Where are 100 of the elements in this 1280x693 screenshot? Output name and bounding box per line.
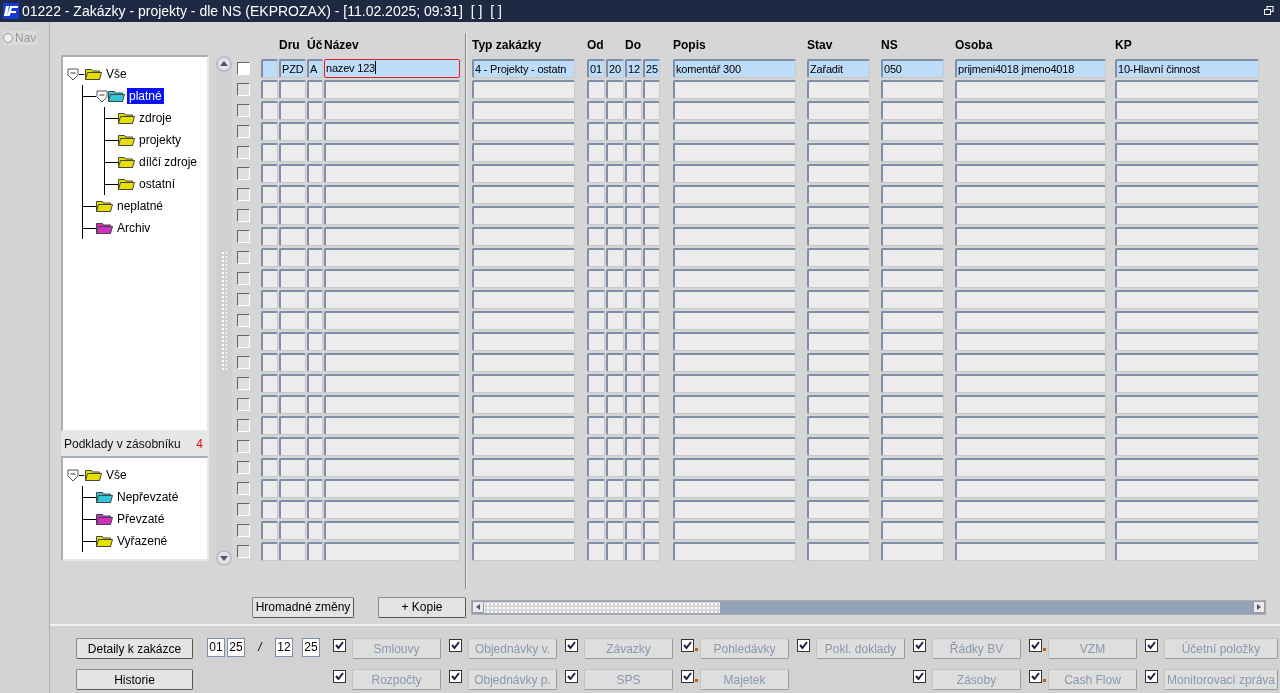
table-cell[interactable] xyxy=(1115,248,1259,267)
table-cell[interactable] xyxy=(1115,332,1259,351)
detail-button[interactable]: Detaily k zakázce xyxy=(76,638,193,659)
table-cell[interactable] xyxy=(472,521,575,540)
table-cell[interactable] xyxy=(606,500,624,519)
table-cell[interactable] xyxy=(807,311,870,330)
row-marker-cell[interactable] xyxy=(261,374,278,393)
month-field[interactable]: 12 xyxy=(275,638,293,657)
table-cell[interactable] xyxy=(643,248,660,267)
table-cell[interactable] xyxy=(643,542,660,561)
row-marker-cell[interactable] xyxy=(261,437,278,456)
table-cell[interactable] xyxy=(955,185,1106,204)
table-cell[interactable] xyxy=(881,164,944,183)
table-cell[interactable] xyxy=(1115,353,1259,372)
table-cell[interactable] xyxy=(307,332,323,351)
table-cell[interactable] xyxy=(472,437,575,456)
table-cell[interactable] xyxy=(673,374,796,393)
table-cell[interactable] xyxy=(587,374,605,393)
table-cell[interactable] xyxy=(279,353,306,372)
row-marker-cell[interactable] xyxy=(261,479,278,498)
table-cell[interactable] xyxy=(625,395,642,414)
table-cell[interactable] xyxy=(625,500,642,519)
table-cell[interactable] xyxy=(472,248,575,267)
table-cell[interactable] xyxy=(881,521,944,540)
restore-icon[interactable] xyxy=(1264,6,1274,16)
table-cell[interactable] xyxy=(625,311,642,330)
table-cell[interactable] xyxy=(881,122,944,141)
table-cell[interactable] xyxy=(606,290,624,309)
table-cell[interactable] xyxy=(307,542,323,561)
table-cell[interactable] xyxy=(587,143,605,162)
row-checkbox[interactable] xyxy=(237,188,250,201)
row-checkbox[interactable] xyxy=(237,125,250,138)
table-cell[interactable] xyxy=(881,353,944,372)
table-cell[interactable] xyxy=(625,185,642,204)
table-cell[interactable] xyxy=(587,416,605,435)
table-cell[interactable] xyxy=(307,311,323,330)
table-cell[interactable] xyxy=(881,437,944,456)
detail-button[interactable]: Historie xyxy=(76,669,193,690)
table-cell[interactable] xyxy=(673,479,796,498)
table-cell[interactable] xyxy=(307,458,323,477)
collapse-icon[interactable] xyxy=(67,468,79,482)
table-cell[interactable] xyxy=(673,395,796,414)
table-cell[interactable] xyxy=(324,542,460,561)
row-marker-cell[interactable] xyxy=(261,353,278,372)
table-cell[interactable] xyxy=(1115,458,1259,477)
row-checkbox[interactable] xyxy=(237,230,250,243)
table-cell[interactable] xyxy=(1115,269,1259,288)
table-cell[interactable] xyxy=(307,206,323,225)
table-cell[interactable] xyxy=(625,521,642,540)
table-cell[interactable] xyxy=(606,269,624,288)
table-cell[interactable] xyxy=(307,437,323,456)
table-cell[interactable] xyxy=(673,437,796,456)
table-cell[interactable]: 10-Hlavní činnost xyxy=(1115,59,1259,78)
table-cell[interactable] xyxy=(625,458,642,477)
table-cell[interactable] xyxy=(881,80,944,99)
table-cell[interactable] xyxy=(307,269,323,288)
row-checkbox[interactable] xyxy=(237,146,250,159)
table-cell[interactable] xyxy=(625,437,642,456)
table-cell[interactable] xyxy=(279,143,306,162)
table-cell[interactable] xyxy=(307,290,323,309)
table-cell[interactable] xyxy=(807,101,870,120)
row-checkbox[interactable] xyxy=(237,377,250,390)
table-cell[interactable] xyxy=(673,227,796,246)
table-cell[interactable] xyxy=(643,227,660,246)
table-cell[interactable] xyxy=(606,521,624,540)
table-cell[interactable] xyxy=(955,416,1106,435)
table-cell[interactable] xyxy=(472,542,575,561)
table-cell[interactable] xyxy=(279,332,306,351)
row-marker-cell[interactable] xyxy=(261,542,278,561)
table-cell[interactable] xyxy=(807,248,870,267)
table-cell[interactable] xyxy=(807,437,870,456)
table-cell[interactable] xyxy=(625,227,642,246)
table-cell[interactable] xyxy=(881,311,944,330)
table-cell[interactable] xyxy=(472,80,575,99)
table-cell[interactable] xyxy=(807,80,870,99)
row-checkbox[interactable] xyxy=(237,293,250,306)
table-cell[interactable] xyxy=(472,311,575,330)
table-cell[interactable] xyxy=(881,500,944,519)
row-marker-cell[interactable] xyxy=(261,416,278,435)
row-checkbox[interactable] xyxy=(237,335,250,348)
table-cell[interactable] xyxy=(625,269,642,288)
table-cell[interactable] xyxy=(279,458,306,477)
table-cell[interactable] xyxy=(881,101,944,120)
table-cell[interactable] xyxy=(625,248,642,267)
table-cell[interactable] xyxy=(643,458,660,477)
table-cell[interactable] xyxy=(673,185,796,204)
table-cell[interactable] xyxy=(472,101,575,120)
table-cell[interactable] xyxy=(881,185,944,204)
row-checkbox[interactable] xyxy=(237,524,250,537)
tree-item[interactable]: dílčí zdroje xyxy=(137,154,200,170)
row-marker-cell[interactable] xyxy=(261,185,278,204)
table-cell[interactable] xyxy=(643,500,660,519)
table-cell[interactable] xyxy=(606,80,624,99)
table-cell[interactable] xyxy=(587,395,605,414)
tree-item[interactable]: platné xyxy=(127,88,164,104)
table-cell[interactable] xyxy=(643,311,660,330)
table-cell[interactable] xyxy=(643,80,660,99)
row-checkbox[interactable] xyxy=(237,440,250,453)
row-marker-cell[interactable] xyxy=(261,164,278,183)
table-cell[interactable] xyxy=(606,248,624,267)
